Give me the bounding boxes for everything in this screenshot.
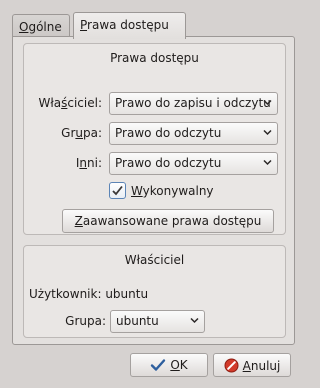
user-label: Użytkownik: xyxy=(29,287,102,301)
access-permissions-group: Prawa dostępu Właściciel: Prawo do zapis… xyxy=(23,43,286,235)
tab-general[interactable]: Ogólne xyxy=(12,14,70,38)
executable-checkbox[interactable] xyxy=(109,182,126,199)
group-permission-value: Prawo do odczytu xyxy=(115,126,222,140)
owner-section-title: Właściciel xyxy=(124,253,185,267)
permissions-panel: Prawa dostępu Właściciel: Prawo do zapis… xyxy=(12,36,295,345)
others-permission-value: Prawo do odczytu xyxy=(115,156,222,170)
others-permission-label: Inni: xyxy=(75,156,102,170)
executable-label[interactable]: Wykonywalny xyxy=(131,184,214,198)
tab-general-label: gólne xyxy=(28,20,62,34)
chevron-down-icon xyxy=(263,159,272,166)
chevron-down-icon xyxy=(263,129,272,136)
tab-permissions[interactable]: Prawa dostępu xyxy=(73,12,186,39)
cancel-button[interactable]: Anuluj xyxy=(213,353,291,377)
owner-group: Właściciel Użytkownik: ubuntu Grupa: ubu… xyxy=(23,245,286,338)
tab-permissions-label: rawa dostępu xyxy=(87,18,169,32)
advanced-permissions-button[interactable]: Zaawansowane prawa dostępu xyxy=(62,209,274,233)
access-permissions-title: Prawa dostępu xyxy=(110,51,199,65)
user-row: Użytkownik: ubuntu xyxy=(29,287,148,301)
user-value: ubuntu xyxy=(105,287,149,301)
group-permission-select[interactable]: Prawo do odczytu xyxy=(109,122,278,145)
owner-group-label: Grupa: xyxy=(65,314,106,328)
group-permission-label: Grupa: xyxy=(61,126,102,140)
chevron-down-icon xyxy=(263,99,272,106)
ok-button[interactable]: OK xyxy=(130,353,208,377)
checkmark-icon xyxy=(112,185,123,196)
chevron-down-icon xyxy=(190,317,199,324)
owner-permission-label: Właściciel: xyxy=(38,96,102,110)
owner-permission-value: Prawo do zapisu i odczytu xyxy=(115,96,271,110)
check-icon xyxy=(151,359,166,371)
cancel-icon xyxy=(224,358,239,373)
owner-permission-select[interactable]: Prawo do zapisu i odczytu xyxy=(109,92,278,115)
owner-group-value: ubuntu xyxy=(116,314,159,328)
owner-group-select[interactable]: ubuntu xyxy=(110,310,205,333)
others-permission-select[interactable]: Prawo do odczytu xyxy=(109,152,278,175)
tab-permissions-mnemonic: P xyxy=(80,18,88,32)
